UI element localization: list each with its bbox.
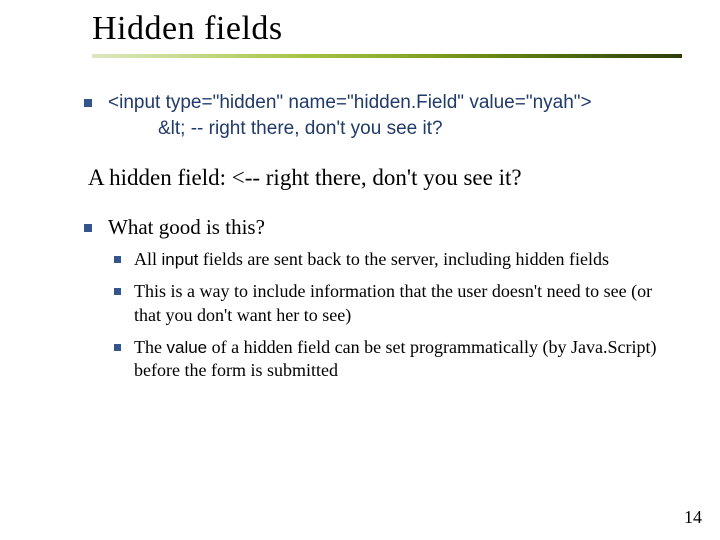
sub-list: All input fields are sent back to the se…: [108, 248, 678, 383]
page-number: 14: [684, 507, 702, 528]
sub-bullet-3: The value of a hidden field can be set p…: [108, 336, 678, 384]
bullet-what-good-text: What good is this?: [108, 215, 265, 239]
bullet-what-good: What good is this? All input fields are …: [78, 215, 678, 383]
code-line-2: &lt; -- right there, don't you see it?: [158, 116, 678, 142]
slide: Hidden fields <input type="hidden" name=…: [0, 0, 720, 540]
sub-bullet-2: This is a way to include information tha…: [108, 280, 678, 328]
sub-bullet-1: All input fields are sent back to the se…: [108, 248, 678, 272]
title-underline: [92, 54, 682, 58]
sub-3-code: value: [166, 338, 207, 357]
slide-title: Hidden fields: [92, 10, 682, 48]
title-block: Hidden fields: [92, 10, 682, 58]
sub-1-post: fields are sent back to the server, incl…: [198, 249, 609, 269]
sub-3-post: of a hidden field can be set programmati…: [134, 337, 656, 381]
sub-1-code: input: [162, 250, 199, 269]
sub-2-pre: This is a way to include information tha…: [134, 281, 652, 325]
sub-1-pre: All: [134, 249, 162, 269]
slide-body: <input type="hidden" name="hidden.Field"…: [78, 90, 678, 401]
code-line-1: <input type="hidden" name="hidden.Field"…: [108, 90, 678, 116]
top-list: <input type="hidden" name="hidden.Field"…: [78, 90, 678, 383]
rendered-output: A hidden field: <-- right there, don't y…: [88, 165, 678, 191]
bullet-code-example: <input type="hidden" name="hidden.Field"…: [78, 90, 678, 141]
sub-3-pre: The: [134, 337, 166, 357]
